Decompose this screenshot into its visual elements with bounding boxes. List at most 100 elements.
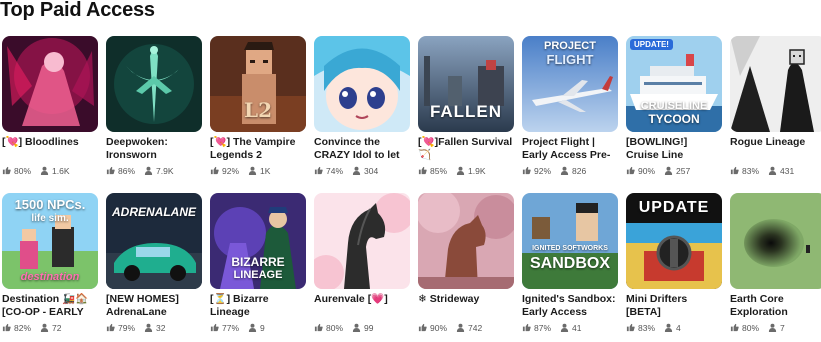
game-title[interactable]: Rogue Lineage — [730, 136, 821, 162]
person-icon — [768, 323, 777, 332]
game-title[interactable]: ❄ Strideway — [418, 293, 514, 319]
person-icon — [352, 166, 361, 175]
game-card-adrenalane[interactable]: ADRENALANE [NEW HOMES] AdrenaLane (BETA)… — [106, 193, 202, 342]
thumbnail-caption: FLIGHT — [546, 52, 594, 67]
game-thumbnail[interactable]: 1500 NPCs. life sim. destination — [2, 193, 98, 289]
game-thumbnail[interactable] — [2, 36, 98, 132]
game-stats: 83% 431 — [730, 165, 821, 176]
game-thumbnail[interactable] — [418, 193, 514, 289]
person-icon — [768, 166, 777, 175]
game-card-cruise-line-tycoon[interactable]: UPDATE! CRUISELINE TYCOON [BOWLING!] Cru… — [626, 36, 722, 185]
game-card-vampire-legends[interactable]: L2 [💘] The Vampire Legends 2 92% 1K — [210, 36, 306, 185]
thumbs-up-icon — [210, 166, 219, 175]
person-icon — [560, 166, 569, 175]
person-icon — [456, 166, 465, 175]
game-thumbnail[interactable] — [106, 36, 202, 132]
game-thumbnail[interactable]: UPDATE! CRUISELINE TYCOON — [626, 36, 722, 132]
person-icon — [664, 166, 673, 175]
game-thumbnail[interactable]: UPDATE — [626, 193, 722, 289]
section-title: Top Paid Access — [0, 0, 155, 21]
thumbs-up-icon — [522, 323, 531, 332]
game-stats: 90% 742 — [418, 322, 514, 333]
game-stats: 86% 7.9K — [106, 165, 202, 176]
person-icon — [456, 323, 465, 332]
game-card-bizarre-lineage[interactable]: BIZARRE LINEAGE [⏳] Bizarre Lineage 77% … — [210, 193, 306, 342]
game-card-crazy-idol[interactable]: Convince the CRAZY Idol to let you free … — [314, 36, 410, 185]
rating-value: 82% — [14, 322, 32, 333]
game-card-project-flight[interactable]: PROJECT FLIGHT Project Flight | Early Ac… — [522, 36, 618, 185]
person-icon — [144, 323, 153, 332]
game-title[interactable]: Earth Core Exploration — [730, 293, 821, 319]
person-icon — [144, 166, 153, 175]
rating-value: 90% — [638, 165, 656, 176]
game-thumbnail[interactable] — [314, 193, 410, 289]
game-title[interactable]: Aurenvale [💗] — [314, 293, 410, 319]
game-title[interactable]: Convince the CRAZY Idol to let you free — [314, 136, 410, 162]
rating-value: 77% — [222, 322, 240, 333]
person-icon — [40, 166, 49, 175]
game-card-deepwoken[interactable]: Deepwoken: Ironsworn 86% 7.9K — [106, 36, 202, 185]
game-stats: 80% 99 — [314, 322, 410, 333]
game-title[interactable]: [💘] Bloodlines — [2, 136, 98, 162]
game-card-earth-core-exploration[interactable]: Earth Core Exploration 80% 7 — [730, 193, 821, 342]
thumbnail-caption: SANDBOX — [529, 255, 610, 272]
thumbnail-caption: 1500 NPCs. — [14, 197, 86, 212]
rating-value: 87% — [534, 322, 552, 333]
game-thumbnail[interactable]: FALLEN — [418, 36, 514, 132]
game-thumbnail[interactable]: PROJECT FLIGHT — [522, 36, 618, 132]
game-thumbnail[interactable]: BIZARRE LINEAGE — [210, 193, 306, 289]
player-count: 9 — [260, 322, 265, 333]
game-stats: 85% 1.9K — [418, 165, 514, 176]
update-badge: UPDATE! — [630, 39, 673, 50]
game-card-mini-drifters[interactable]: UPDATE Mini Drifters [BETA] 83% 4 — [626, 193, 722, 342]
game-thumbnail[interactable] — [314, 36, 410, 132]
game-card-aurenvale[interactable]: Aurenvale [💗] 80% 99 — [314, 193, 410, 342]
thumbs-up-icon — [730, 166, 739, 175]
game-title[interactable]: Destination 🚂🏠[CO-OP - EARLY — [2, 293, 98, 319]
game-stats: 87% 41 — [522, 322, 618, 333]
game-card-destination[interactable]: 1500 NPCs. life sim. destination Destina… — [2, 193, 98, 342]
game-thumbnail[interactable] — [730, 193, 821, 289]
thumbs-up-icon — [626, 323, 635, 332]
rating-value: 79% — [118, 322, 136, 333]
thumbs-up-icon — [314, 323, 323, 332]
player-count: 7.9K — [156, 165, 174, 176]
game-card-ignited-sandbox[interactable]: IGNITED SOFTWORKS SANDBOX Ignited's Sand… — [522, 193, 618, 342]
game-stats: 83% 4 — [626, 322, 722, 333]
game-stats: 92% 1K — [210, 165, 306, 176]
game-thumbnail[interactable]: L2 — [210, 36, 306, 132]
game-title[interactable]: Project Flight | Early Access Pre-Alpha — [522, 136, 618, 162]
player-count: 72 — [52, 322, 62, 333]
person-icon — [664, 323, 673, 332]
thumbs-up-icon — [106, 166, 115, 175]
game-title[interactable]: Ignited's Sandbox: Early Access — [522, 293, 618, 319]
person-icon — [352, 323, 361, 332]
player-count: 1.6K — [52, 165, 70, 176]
game-title[interactable]: [BOWLING!] Cruise Line Tycoon — [626, 136, 722, 162]
thumbs-up-icon — [2, 323, 11, 332]
game-title[interactable]: Deepwoken: Ironsworn — [106, 136, 202, 162]
thumbs-up-icon — [418, 323, 427, 332]
game-title[interactable]: Mini Drifters [BETA] — [626, 293, 722, 319]
game-title[interactable]: [💘] The Vampire Legends 2 — [210, 136, 306, 162]
game-thumbnail[interactable]: ADRENALANE — [106, 193, 202, 289]
rating-value: 86% — [118, 165, 136, 176]
game-card-fallen-survival[interactable]: FALLEN [💘]Fallen Survival🏹 85% 1.9K — [418, 36, 514, 185]
game-thumbnail[interactable] — [730, 36, 821, 132]
thumbnail-caption: CRUISELINE — [640, 100, 708, 112]
thumbs-up-icon — [418, 166, 427, 175]
thumbnail-caption: TYCOON — [648, 112, 700, 126]
game-title[interactable]: [⏳] Bizarre Lineage — [210, 293, 306, 319]
player-count: 41 — [572, 322, 582, 333]
game-card-strideway[interactable]: ❄ Strideway 90% 742 — [418, 193, 514, 342]
game-grid: [💘] Bloodlines 80% 1.6K Deepwoken: Irons… — [2, 36, 821, 342]
game-stats: 77% 9 — [210, 322, 306, 333]
thumbnail-caption: UPDATE — [638, 199, 710, 216]
rating-value: 74% — [326, 165, 344, 176]
game-title[interactable]: [💘]Fallen Survival🏹 — [418, 136, 514, 162]
game-card-bloodlines[interactable]: [💘] Bloodlines 80% 1.6K — [2, 36, 98, 185]
game-thumbnail[interactable]: IGNITED SOFTWORKS SANDBOX — [522, 193, 618, 289]
thumbnail-caption: PROJECT — [544, 40, 596, 52]
game-title[interactable]: [NEW HOMES] AdrenaLane (BETA) — [106, 293, 202, 319]
game-card-rogue-lineage[interactable]: Rogue Lineage 83% 431 — [730, 36, 821, 185]
